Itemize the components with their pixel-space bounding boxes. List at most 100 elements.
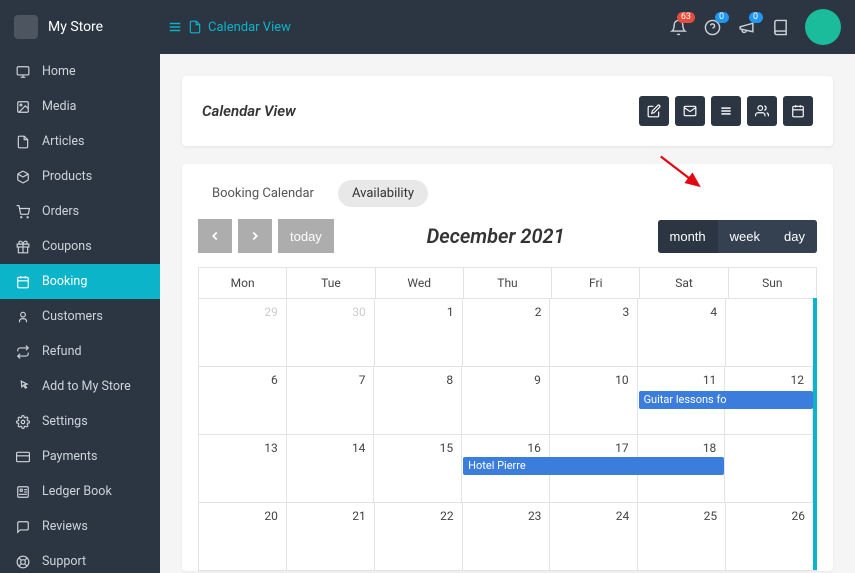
ledger-icon	[16, 485, 30, 499]
calendar-cell[interactable]: 30	[287, 299, 375, 366]
breadcrumb[interactable]: Calendar View	[160, 20, 669, 35]
calendar-cell[interactable]: 9	[462, 367, 550, 434]
cell-date: 2	[535, 305, 542, 319]
calendar-cell[interactable]: 15	[374, 435, 462, 502]
calendar-cell[interactable]: 10	[550, 367, 638, 434]
image-icon	[16, 100, 30, 114]
calendar-config-button[interactable]	[783, 96, 813, 126]
cell-date: 12	[791, 373, 805, 387]
sidebar-item-reviews[interactable]: Reviews	[0, 509, 160, 544]
calendar-cell[interactable]	[726, 299, 813, 366]
tab-booking-calendar[interactable]: Booking Calendar	[198, 180, 328, 207]
avatar[interactable]	[805, 9, 841, 45]
cell-date: 20	[264, 509, 278, 523]
sidebar-item-add-to-my-store[interactable]: Add to My Store	[0, 369, 160, 404]
sidebar-item-settings[interactable]: Settings	[0, 404, 160, 439]
calendar-cell[interactable]: 7	[287, 367, 375, 434]
sidebar-item-home[interactable]: Home	[0, 54, 160, 89]
day-header: Wed	[376, 268, 464, 298]
calendar-cell[interactable]: 1	[375, 299, 463, 366]
chevron-right-icon	[248, 229, 262, 243]
prev-button[interactable]	[198, 219, 232, 253]
next-button[interactable]	[238, 219, 272, 253]
view-month-button[interactable]: month	[658, 220, 718, 253]
brand-logo-icon	[14, 15, 38, 39]
sidebar-item-label: Add to My Store	[42, 379, 131, 394]
announce-button[interactable]: 0	[737, 18, 755, 36]
calendar-cell[interactable]: 26	[726, 503, 813, 570]
cell-date: 22	[440, 509, 454, 523]
calendar-cell[interactable]: 8	[374, 367, 462, 434]
sidebar: Home Media Articles ProductsOrdersCouponsBo…	[0, 54, 160, 573]
life-icon	[16, 555, 30, 569]
calendar-cell[interactable]: 21	[287, 503, 375, 570]
box-icon	[16, 170, 30, 184]
sidebar-item-media[interactable]: Media	[0, 89, 160, 124]
sidebar-item-orders[interactable]: Orders	[0, 194, 160, 229]
calendar-title: December 2021	[427, 224, 565, 248]
sidebar-item-coupons[interactable]: Coupons	[0, 229, 160, 264]
calendar-cell[interactable]: 6	[199, 367, 287, 434]
sidebar-item-label: Reviews	[42, 519, 88, 534]
calendar-cell[interactable]: 20	[199, 503, 287, 570]
sidebar-item-support[interactable]: Support	[0, 544, 160, 573]
file-icon	[188, 20, 202, 34]
cell-date: 30	[352, 305, 366, 319]
event-guitar[interactable]: Guitar lessons fo	[639, 391, 813, 409]
sidebar-item-label: Settings	[42, 414, 88, 429]
mail-button[interactable]	[675, 96, 705, 126]
notifications-badge: 63	[677, 12, 695, 23]
event-hotel[interactable]: Hotel Pierre	[463, 457, 724, 475]
sidebar-item-label: Media	[42, 99, 76, 114]
gift-icon	[16, 240, 30, 254]
cell-date: 26	[792, 509, 806, 523]
sidebar-item-label: Articles	[42, 134, 85, 149]
sidebar-item-payments[interactable]: Payments	[0, 439, 160, 474]
edit-button[interactable]	[639, 96, 669, 126]
cell-date: 9	[534, 373, 541, 387]
list-icon	[719, 104, 733, 118]
book-icon	[772, 19, 789, 36]
sidebar-item-ledger-book[interactable]: Ledger Book	[0, 474, 160, 509]
calendar-row: 20 21 22 2324 25 26	[199, 502, 813, 570]
view-week-button[interactable]: week	[718, 220, 772, 253]
view-toggle: month week day	[658, 220, 817, 253]
calendar-cell[interactable]: 2	[463, 299, 551, 366]
cell-date: 25	[704, 509, 718, 523]
brand: My Store	[0, 15, 160, 39]
docs-button[interactable]	[771, 18, 789, 36]
calendar-cell[interactable]: 24	[550, 503, 638, 570]
calendar-cell[interactable]: 13	[199, 435, 287, 502]
notifications-button[interactable]: 63	[669, 18, 687, 36]
users-button[interactable]	[747, 96, 777, 126]
calendar-cell[interactable]: 14	[287, 435, 375, 502]
tab-availability[interactable]: Availability	[338, 180, 428, 207]
calendar-cell[interactable]: 3	[550, 299, 638, 366]
sidebar-item-customers[interactable]: Customers	[0, 299, 160, 334]
sidebar-item-products[interactable]: Products	[0, 159, 160, 194]
calendar-cell[interactable]: 22	[375, 503, 463, 570]
cell-date: 18	[703, 441, 717, 455]
day-header: Mon	[199, 268, 287, 298]
cell-date: 6	[271, 373, 278, 387]
sidebar-item-label: Refund	[42, 344, 82, 359]
list-button[interactable]	[711, 96, 741, 126]
cell-date: 13	[264, 441, 278, 455]
calendar-cell[interactable]: 29	[199, 299, 287, 366]
sidebar-item-refund[interactable]: Refund	[0, 334, 160, 369]
calendar-cell[interactable]: 23	[463, 503, 551, 570]
calendar-cell[interactable]	[725, 435, 813, 502]
day-header: Fri	[552, 268, 640, 298]
calendar-controls: today December 2021 month week day	[198, 219, 817, 253]
calendar-row: 29 30 1 234	[199, 298, 813, 366]
today-button[interactable]: today	[278, 219, 334, 253]
help-button[interactable]: 0	[703, 18, 721, 36]
calendar-cell[interactable]: 25	[638, 503, 726, 570]
cell-date: 16	[527, 441, 541, 455]
calendar-cell[interactable]: 4	[638, 299, 726, 366]
sidebar-item-booking[interactable]: Booking	[0, 264, 160, 299]
view-day-button[interactable]: day	[772, 220, 817, 253]
calendar-icon	[791, 104, 805, 118]
day-header: Thu	[464, 268, 552, 298]
sidebar-item-articles[interactable]: Articles	[0, 124, 160, 159]
